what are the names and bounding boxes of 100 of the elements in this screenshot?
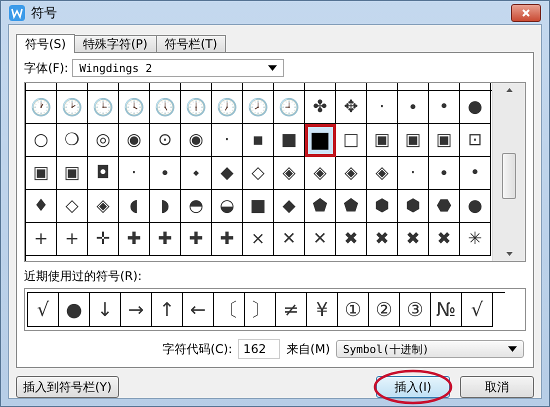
symbol-cell[interactable]: □ — [336, 124, 367, 157]
symbol-cell[interactable]: ◒ — [212, 190, 243, 223]
symbol-cell[interactable]: ▪ — [243, 124, 274, 157]
symbol-cell[interactable]: 🕒 — [88, 91, 119, 124]
symbol-cell[interactable]: 🕗 — [243, 91, 274, 124]
symbol-cell[interactable]: ◈ — [88, 190, 119, 223]
symbol-cell[interactable]: ✚ — [181, 223, 212, 256]
symbol-cell[interactable]: ∙ — [429, 157, 460, 190]
symbol-cell[interactable]: • — [429, 91, 460, 124]
close-button[interactable] — [511, 4, 541, 22]
tab[interactable]: 符号栏(T) — [156, 35, 226, 52]
recent-symbol-cell[interactable]: ↓ — [90, 293, 121, 327]
recent-symbol-cell[interactable]: → — [121, 293, 152, 327]
scroll-down-icon[interactable] — [506, 252, 512, 256]
symbol-cell[interactable]: ♦ — [26, 190, 57, 223]
symbol-cell[interactable]: ● — [460, 190, 491, 223]
recent-symbol-cell[interactable]: ① — [338, 293, 369, 327]
recent-symbol-cell[interactable]: ↑ — [152, 293, 183, 327]
symbol-cell[interactable]: ◉ — [119, 124, 150, 157]
symbol-cell[interactable]: ✖ — [398, 223, 429, 256]
symbol-cell[interactable]: ◉ — [181, 124, 212, 157]
symbol-cell[interactable]: ◎ — [88, 124, 119, 157]
symbol-cell[interactable]: • — [460, 157, 491, 190]
symbol-cell[interactable]: ✚ — [212, 223, 243, 256]
symbol-cell[interactable]: 🕔 — [150, 91, 181, 124]
symbol-cell[interactable]: ◆ — [212, 157, 243, 190]
symbol-cell[interactable]: ◗ — [150, 190, 181, 223]
symbol-cell[interactable]: 🕕 — [181, 91, 212, 124]
symbol-cell[interactable]: ■ — [305, 124, 336, 157]
dialog-button[interactable]: 取消 — [460, 376, 534, 398]
symbol-cell[interactable]: ▣ — [429, 124, 460, 157]
dialog-button[interactable]: 插入(I) — [376, 376, 450, 398]
symbol-cell[interactable]: ⬟ — [336, 190, 367, 223]
symbol-cell[interactable]: · — [367, 91, 398, 124]
symbol-cell[interactable]: 🕓 — [119, 91, 150, 124]
recent-symbol-cell[interactable]: √ — [462, 293, 493, 327]
symbol-cell[interactable]: ⬢ — [398, 190, 429, 223]
symbol-cell[interactable]: ❍ — [57, 124, 88, 157]
symbol-cell[interactable]: ✥ — [336, 91, 367, 124]
symbol-cell[interactable]: ◇ — [243, 157, 274, 190]
symbol-cell[interactable]: ⬩ — [181, 157, 212, 190]
char-code-field[interactable]: 162 — [238, 339, 280, 359]
symbol-cell[interactable]: ✚ — [150, 223, 181, 256]
symbol-cell[interactable]: × — [243, 223, 274, 256]
symbol-cell[interactable]: ◈ — [367, 157, 398, 190]
symbol-cell[interactable]: ∙ — [398, 91, 429, 124]
symbol-cell[interactable]: ◘ — [88, 157, 119, 190]
symbol-cell[interactable]: ◓ — [181, 190, 212, 223]
symbol-cell[interactable]: ■ — [243, 190, 274, 223]
recent-symbol-cell[interactable]: ● — [59, 293, 90, 327]
symbol-cell[interactable]: ✕ — [305, 223, 336, 256]
symbol-cell[interactable]: ◈ — [274, 157, 305, 190]
symbol-cell[interactable]: ◇ — [57, 190, 88, 223]
tab[interactable]: 特殊字符(P) — [74, 35, 157, 52]
recent-symbol-cell[interactable]: 〔 — [214, 293, 245, 327]
symbol-cell[interactable]: ⊡ — [460, 124, 491, 157]
symbol-cell[interactable]: ⬟ — [305, 190, 336, 223]
from-dropdown[interactable]: Symbol(十进制) — [336, 340, 524, 358]
symbol-cell[interactable]: ✕ — [274, 223, 305, 256]
symbol-cell[interactable]: ○ — [26, 124, 57, 157]
recent-symbol-cell[interactable]: ② — [369, 293, 400, 327]
symbol-cell[interactable]: ⬣ — [429, 190, 460, 223]
tab[interactable]: 符号(S) — [16, 34, 75, 53]
symbol-cell[interactable]: · — [398, 157, 429, 190]
recent-symbol-cell[interactable]: ③ — [400, 293, 431, 327]
symbol-cell[interactable]: ∙ — [150, 157, 181, 190]
symbol-cell[interactable]: 🕑 — [57, 91, 88, 124]
recent-symbol-cell[interactable]: № — [431, 293, 462, 327]
symbol-cell[interactable]: 🕐 — [26, 91, 57, 124]
symbol-cell[interactable]: ◈ — [336, 157, 367, 190]
symbol-cell[interactable]: ▣ — [398, 124, 429, 157]
symbol-cell[interactable]: ▣ — [57, 157, 88, 190]
symbol-cell[interactable]: + — [57, 223, 88, 256]
symbol-cell[interactable]: ▣ — [367, 124, 398, 157]
symbol-cell[interactable]: ✖ — [429, 223, 460, 256]
symbol-cell[interactable]: ⊙ — [150, 124, 181, 157]
symbol-cell[interactable]: ● — [460, 91, 491, 124]
dialog-button[interactable]: 插入到符号栏(Y) — [16, 376, 119, 398]
symbol-cell[interactable]: ⬢ — [367, 190, 398, 223]
font-dropdown[interactable]: Wingdings 2 — [72, 59, 284, 77]
symbol-cell[interactable]: ▣ — [26, 157, 57, 190]
recent-symbol-cell[interactable]: ≠ — [276, 293, 307, 327]
scrollbar-thumb[interactable] — [502, 153, 516, 199]
symbol-cell[interactable]: ✳ — [460, 223, 491, 256]
symbol-cell[interactable]: · — [212, 124, 243, 157]
symbol-cell[interactable]: ◆ — [274, 190, 305, 223]
symbol-cell[interactable]: · — [119, 157, 150, 190]
symbol-cell[interactable]: 🕖 — [212, 91, 243, 124]
symbol-cell[interactable]: ◖ — [119, 190, 150, 223]
symbol-cell[interactable]: ✚ — [119, 223, 150, 256]
symbol-cell[interactable]: ✛ — [88, 223, 119, 256]
symbol-cell[interactable]: ◈ — [305, 157, 336, 190]
symbol-cell[interactable]: 🕘 — [274, 91, 305, 124]
recent-symbol-cell[interactable]: 〕 — [245, 293, 276, 327]
recent-symbol-cell[interactable]: ← — [183, 293, 214, 327]
symbol-cell[interactable]: ✖ — [336, 223, 367, 256]
symbol-cell[interactable]: + — [26, 223, 57, 256]
symbol-cell[interactable]: ✖ — [367, 223, 398, 256]
recent-symbol-cell[interactable]: ¥ — [307, 293, 338, 327]
recent-symbol-cell[interactable]: √ — [28, 293, 59, 327]
